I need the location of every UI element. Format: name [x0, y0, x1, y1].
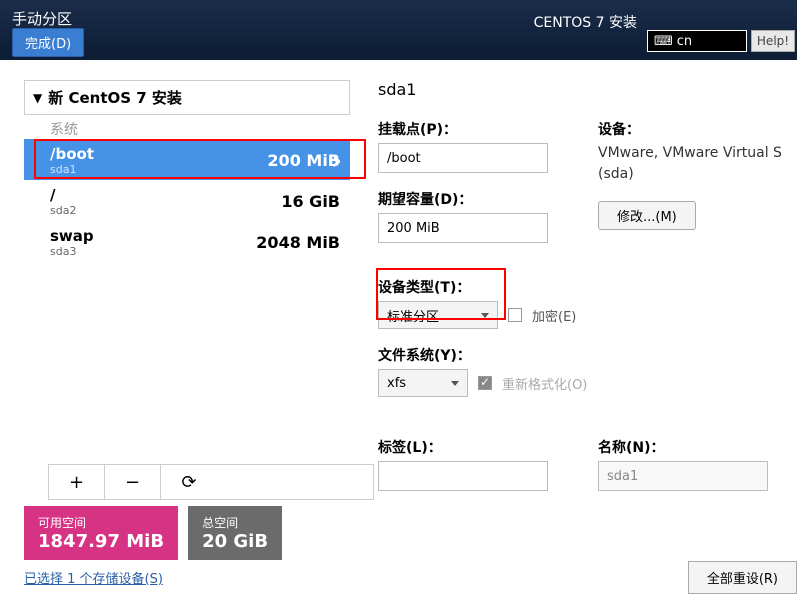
reload-button[interactable]: ⟳	[161, 465, 217, 499]
name-label: 名称(N)：	[598, 437, 797, 457]
system-label: 系统	[50, 119, 360, 139]
help-button[interactable]: Help!	[751, 30, 795, 52]
language-indicator[interactable]: cn	[647, 30, 747, 52]
device-info: VMware, VMware Virtual S (sda)	[598, 143, 797, 185]
filesystem-label: 文件系统(Y)：	[378, 345, 598, 365]
mountpoint-input[interactable]	[378, 143, 548, 173]
filesystem-select[interactable]: xfs	[378, 369, 468, 397]
encrypt-label: 加密(E)	[532, 306, 576, 325]
name-input[interactable]	[598, 461, 768, 491]
add-button[interactable]: +	[49, 465, 105, 499]
install-header-label: 新 CentOS 7 安装	[48, 87, 182, 108]
partition-row-swap[interactable]: swap sda3 2048 MiB	[24, 221, 350, 262]
device-type-select[interactable]: 标准分区	[378, 301, 498, 329]
capacity-label: 期望容量(D)：	[378, 189, 598, 209]
modify-button[interactable]: 修改...(M)	[598, 201, 696, 230]
total-space-box: 总空间 20 GiB	[188, 506, 282, 560]
storage-devices-link[interactable]: 已选择 1 个存储设备(S)	[24, 572, 163, 587]
reset-all-button[interactable]: 全部重设(R)	[688, 561, 797, 594]
capacity-input[interactable]	[378, 213, 548, 243]
device-type-label: 设备类型(T)：	[378, 277, 598, 297]
mountpoint-label: 挂载点(P)：	[378, 119, 598, 139]
chevron-down-icon	[481, 313, 489, 318]
label-input[interactable]	[378, 461, 548, 491]
partition-list: /boot sda1 200 MiB / sda2 16 GiB swap sd	[24, 139, 350, 262]
page-title: 手动分区	[12, 8, 72, 29]
device-title: sda1	[378, 80, 797, 99]
expand-icon: ▼	[33, 91, 42, 105]
install-header[interactable]: ▼ 新 CentOS 7 安装	[24, 80, 350, 115]
partition-row-root[interactable]: / sda2 16 GiB	[24, 180, 350, 221]
available-space-box: 可用空间 1847.97 MiB	[24, 506, 178, 560]
remove-button[interactable]: −	[105, 465, 161, 499]
label-label: 标签(L)：	[378, 437, 598, 457]
encrypt-checkbox[interactable]	[508, 308, 522, 322]
topbar: 手动分区 完成(D) CENTOS 7 安装 cn Help!	[0, 0, 797, 60]
chevron-down-icon	[451, 381, 459, 386]
partition-row-boot[interactable]: /boot sda1 200 MiB	[24, 139, 350, 180]
partition-toolbar: + − ⟳	[48, 464, 374, 500]
device-label: 设备：	[598, 119, 797, 139]
installer-title: CENTOS 7 安装	[534, 12, 637, 32]
reformat-label: 重新格式化(O)	[502, 374, 587, 393]
done-button[interactable]: 完成(D)	[12, 28, 84, 57]
reformat-checkbox[interactable]	[478, 376, 492, 390]
